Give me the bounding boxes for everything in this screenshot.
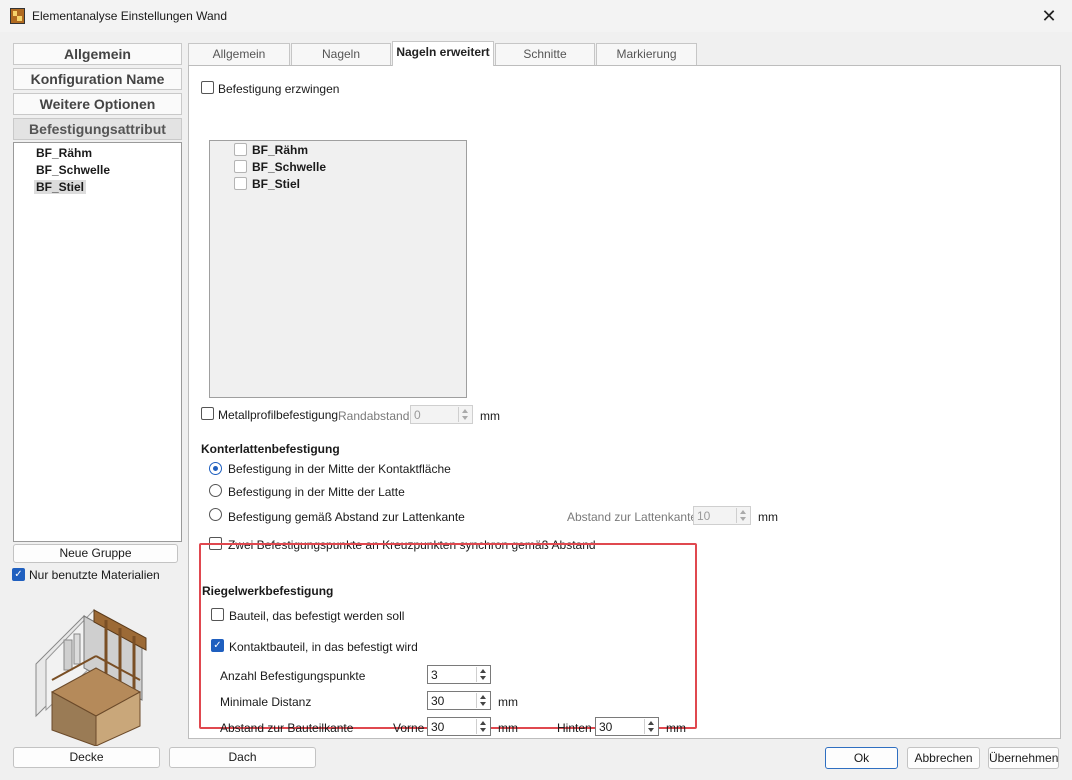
tab-allgemein[interactable]: Allgemein bbox=[188, 43, 290, 65]
batten-edge-distance-unit: mm bbox=[758, 510, 778, 524]
close-icon[interactable]: ✕ bbox=[1026, 0, 1072, 32]
counter-opt-distance-label: Befestigung gemäß Abstand zur Lattenkant… bbox=[228, 510, 465, 524]
force-item-checkbox[interactable] bbox=[234, 143, 247, 156]
left-tab-konfiguration-name[interactable]: Konfiguration Name bbox=[13, 68, 182, 90]
force-item-label: BF_Schwelle bbox=[252, 160, 327, 174]
contact-part-checkbox[interactable]: ✓ bbox=[211, 639, 224, 652]
apply-button[interactable]: Übernehmen bbox=[988, 747, 1059, 769]
decke-button[interactable]: Decke bbox=[13, 747, 160, 768]
force-item-checkbox[interactable] bbox=[234, 177, 247, 190]
batten-edge-distance-stepper[interactable]: 10 bbox=[693, 506, 751, 525]
left-tab-allgemein[interactable]: Allgemein bbox=[13, 43, 182, 65]
tab-panel-nageln-erweitert: Befestigung erzwingen BF_Rähm BF_Schwell… bbox=[188, 65, 1061, 739]
tab-nageln-erweitert[interactable]: Nageln erweitert bbox=[392, 41, 494, 66]
cancel-button[interactable]: Abbrechen bbox=[907, 747, 980, 769]
ok-button[interactable]: Ok bbox=[825, 747, 898, 769]
part-to-fasten-label: Bauteil, das befestigt werden soll bbox=[229, 609, 405, 623]
title-bar: Elementanalyse Einstellungen Wand ✕ bbox=[0, 0, 1072, 32]
front-distance-stepper[interactable]: 30 bbox=[427, 717, 491, 736]
left-tab-weitere-optionen[interactable]: Weitere Optionen bbox=[13, 93, 182, 115]
counter-opt-distance-radio[interactable] bbox=[209, 508, 222, 521]
edge-distance-stepper[interactable]: 0 bbox=[410, 405, 473, 424]
edge-distance-label: Randabstand bbox=[338, 409, 410, 423]
stepper-arrows-icon[interactable] bbox=[476, 667, 489, 682]
force-fastening-checkbox[interactable] bbox=[201, 81, 214, 94]
force-item-label: BF_Rähm bbox=[252, 143, 309, 157]
back-distance-unit: mm bbox=[666, 721, 686, 735]
attribute-list[interactable]: BF_Rähm BF_Schwelle BF_Stiel bbox=[13, 142, 182, 542]
stepper-arrows-icon[interactable] bbox=[476, 719, 489, 734]
fastening-count-stepper[interactable]: 3 bbox=[427, 665, 491, 684]
tab-markierung[interactable]: Markierung bbox=[596, 43, 697, 65]
counter-batten-heading: Konterlattenbefestigung bbox=[201, 442, 340, 456]
front-distance-unit: mm bbox=[498, 721, 518, 735]
force-fastening-label: Befestigung erzwingen bbox=[218, 82, 340, 96]
stepper-arrows-icon[interactable] bbox=[644, 719, 657, 734]
min-distance-stepper[interactable]: 30 bbox=[427, 691, 491, 710]
list-item[interactable]: BF_Schwelle bbox=[36, 163, 110, 177]
batten-edge-distance-label: Abstand zur Lattenkante bbox=[567, 510, 698, 524]
list-item[interactable]: BF_Rähm bbox=[36, 146, 92, 160]
counter-opt-center-batten-label: Befestigung in der Mitte der Latte bbox=[228, 485, 405, 499]
fastening-count-label: Anzahl Befestigungspunkte bbox=[220, 669, 366, 683]
new-group-button[interactable]: Neue Gruppe bbox=[13, 544, 178, 563]
left-tab-befestigungsattribut[interactable]: Befestigungsattribut bbox=[13, 118, 182, 140]
force-item-checkbox[interactable] bbox=[234, 160, 247, 173]
counter-opt-center-contact-radio[interactable] bbox=[209, 462, 222, 475]
edge-distance-unit: mm bbox=[480, 409, 500, 423]
metal-profile-checkbox[interactable] bbox=[201, 407, 214, 420]
back-label: Hinten bbox=[557, 721, 592, 735]
edge-offset-label: Abstand zur Bauteilkante bbox=[220, 721, 354, 735]
list-item[interactable]: BF_Stiel bbox=[34, 180, 87, 194]
back-distance-stepper[interactable]: 30 bbox=[595, 717, 659, 736]
app-icon bbox=[10, 8, 25, 24]
min-distance-label: Minimale Distanz bbox=[220, 695, 312, 709]
dach-button[interactable]: Dach bbox=[169, 747, 316, 768]
counter-opt-center-batten-radio[interactable] bbox=[209, 484, 222, 497]
riegel-heading: Riegelwerkbefestigung bbox=[202, 584, 334, 598]
counter-opt-center-contact-label: Befestigung in der Mitte der Kontaktfläc… bbox=[228, 462, 451, 476]
wall-illustration bbox=[35, 608, 147, 746]
force-fastening-list: BF_Rähm BF_Schwelle BF_Stiel bbox=[209, 140, 467, 398]
dialog-client: Allgemein Konfiguration Name Weitere Opt… bbox=[0, 32, 1072, 780]
force-item-label: BF_Stiel bbox=[252, 177, 301, 191]
part-to-fasten-checkbox[interactable] bbox=[211, 608, 224, 621]
stepper-arrows-icon[interactable] bbox=[736, 508, 749, 523]
tab-nageln[interactable]: Nageln bbox=[291, 43, 391, 65]
front-label: Vorne bbox=[393, 721, 425, 735]
tab-schnitte[interactable]: Schnitte bbox=[495, 43, 595, 65]
window-title: Elementanalyse Einstellungen Wand bbox=[32, 9, 228, 23]
stepper-arrows-icon[interactable] bbox=[476, 693, 489, 708]
min-distance-unit: mm bbox=[498, 695, 518, 709]
metal-profile-label: Metallprofilbefestigung bbox=[218, 408, 339, 422]
contact-part-label: Kontaktbauteil, in das befestigt wird bbox=[229, 640, 418, 654]
stepper-arrows-icon[interactable] bbox=[458, 407, 471, 422]
